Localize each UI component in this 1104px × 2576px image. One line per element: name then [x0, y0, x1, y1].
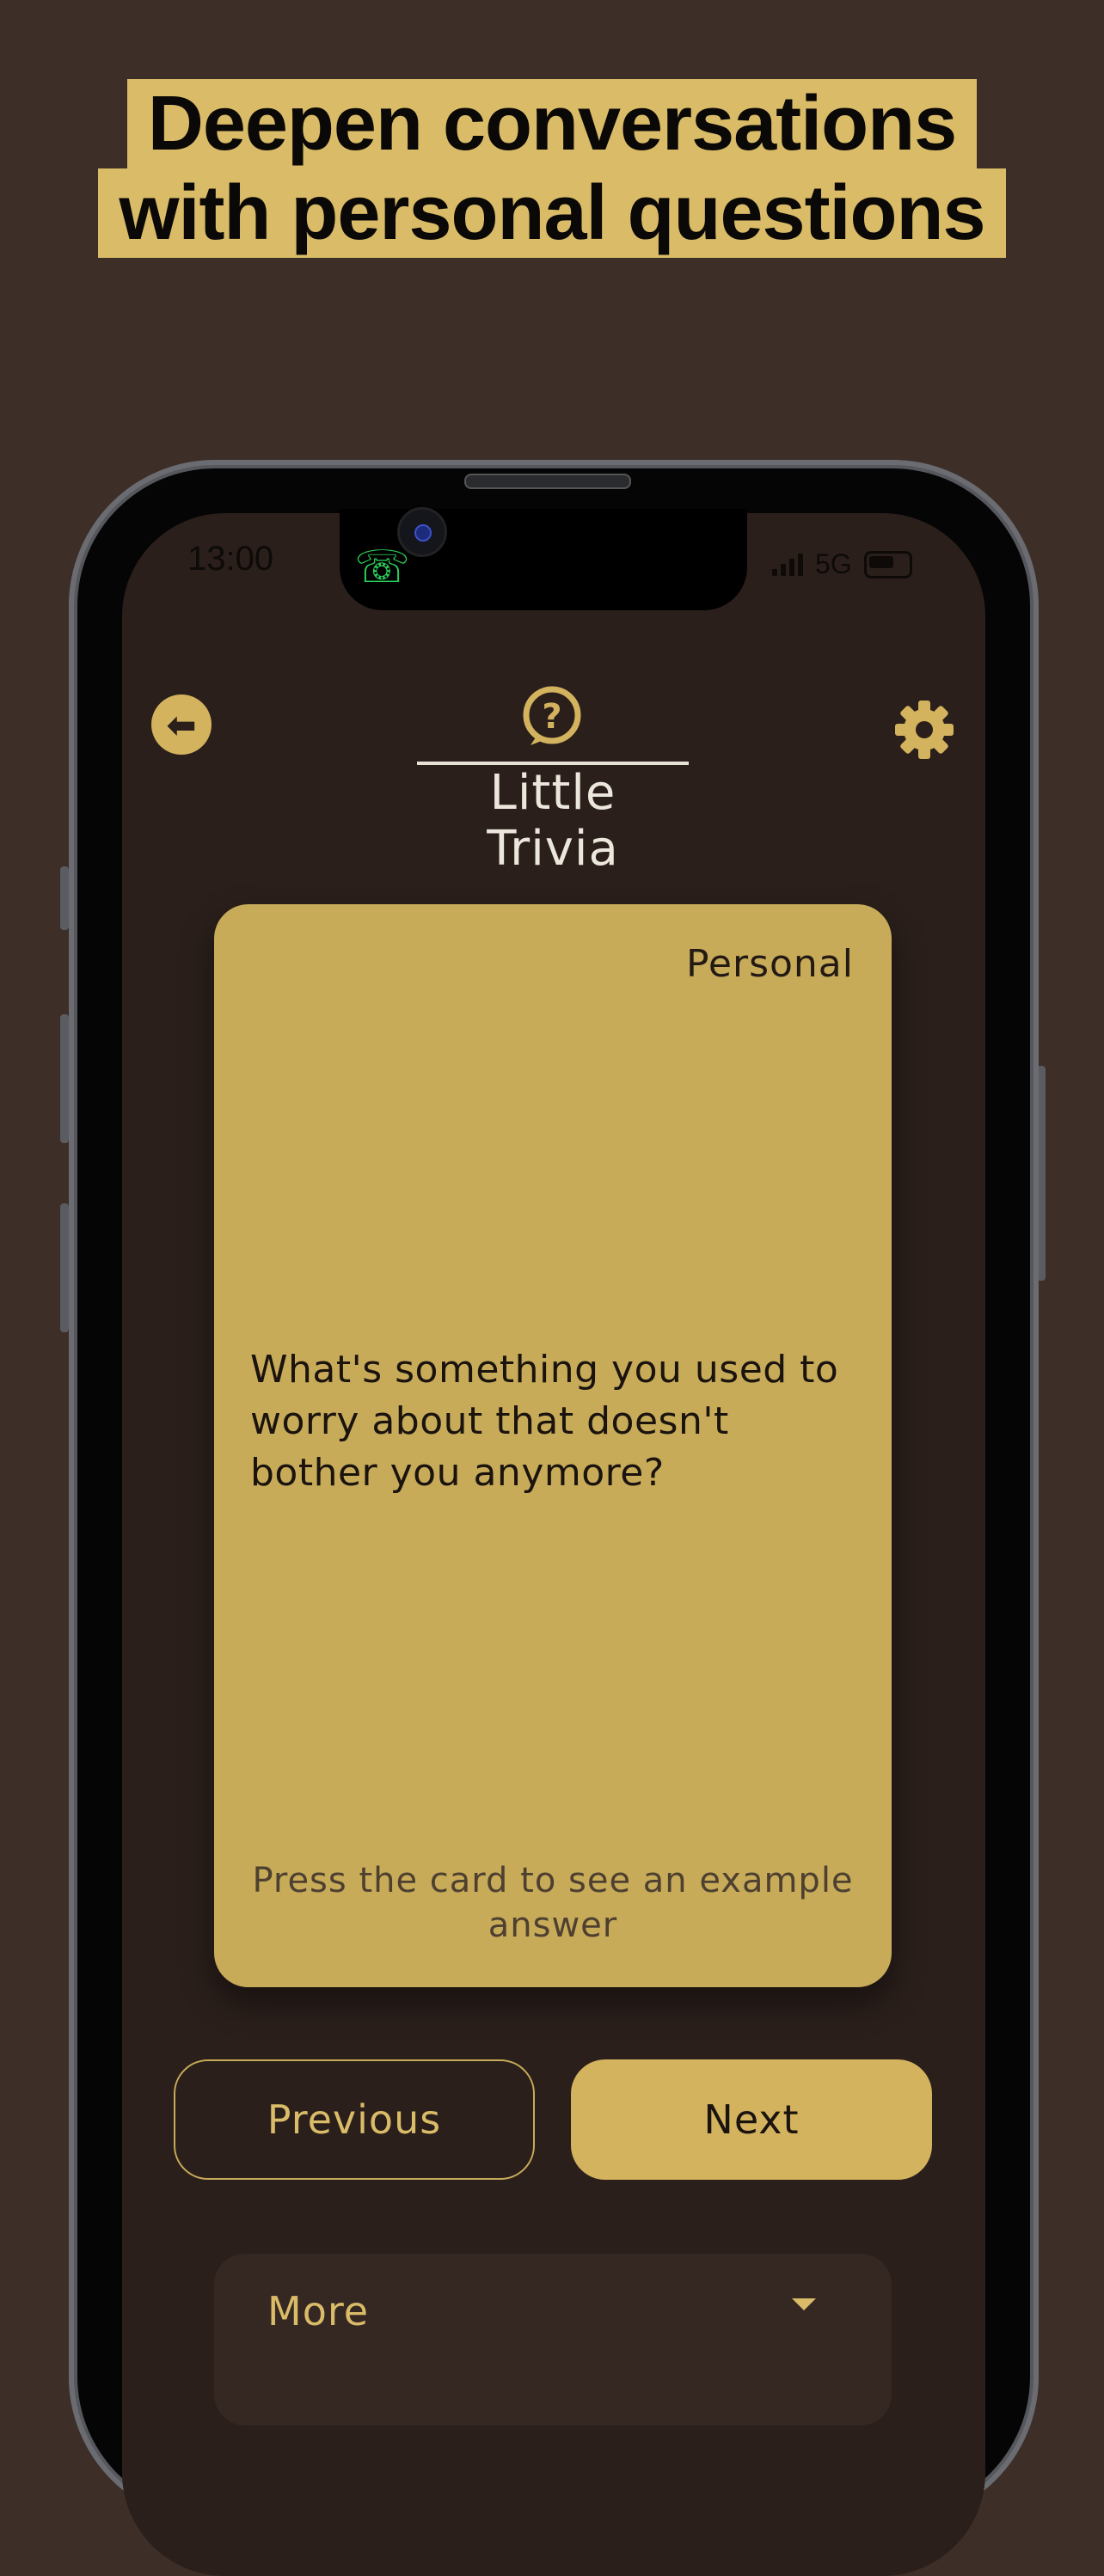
card-category: Personal [685, 942, 854, 986]
question-card[interactable]: Personal What's something you used to wo… [214, 904, 892, 1987]
svg-text:?: ? [542, 697, 561, 737]
more-dropdown[interactable]: More [214, 2254, 892, 2426]
headline-line-1: Deepen conversations [126, 79, 978, 168]
card-hint: Press the card to see an example answer [252, 1861, 854, 1945]
gear-icon[interactable] [892, 698, 956, 762]
status-time: 13:00 [187, 540, 274, 578]
caret-down-icon [792, 2298, 816, 2310]
more-label: More [267, 2288, 370, 2334]
headline-line-2: with personal questions [98, 168, 1006, 258]
active-call-icon: ☏ [354, 542, 411, 593]
marketing-headline: Deepen conversations with personal quest… [0, 79, 1104, 258]
network-label: 5G [815, 548, 852, 579]
signal-icon [772, 553, 803, 576]
phone-side-button [60, 866, 69, 930]
app-title: Little Trivia [487, 765, 619, 877]
arrow-left-icon: ⬅ [166, 703, 197, 746]
question-bubble-icon: ? [523, 686, 581, 745]
back-button[interactable]: ⬅ [151, 694, 212, 755]
previous-button[interactable]: Previous [174, 2059, 535, 2180]
card-question: What's something you used to worry about… [250, 1348, 839, 1495]
battery-icon [863, 550, 912, 578]
phone-speaker [464, 474, 631, 489]
next-button[interactable]: Next [571, 2059, 932, 2180]
status-indicators: 5G [772, 548, 912, 580]
phone-volume-down [60, 1203, 69, 1332]
phone-volume-up [60, 1014, 69, 1143]
